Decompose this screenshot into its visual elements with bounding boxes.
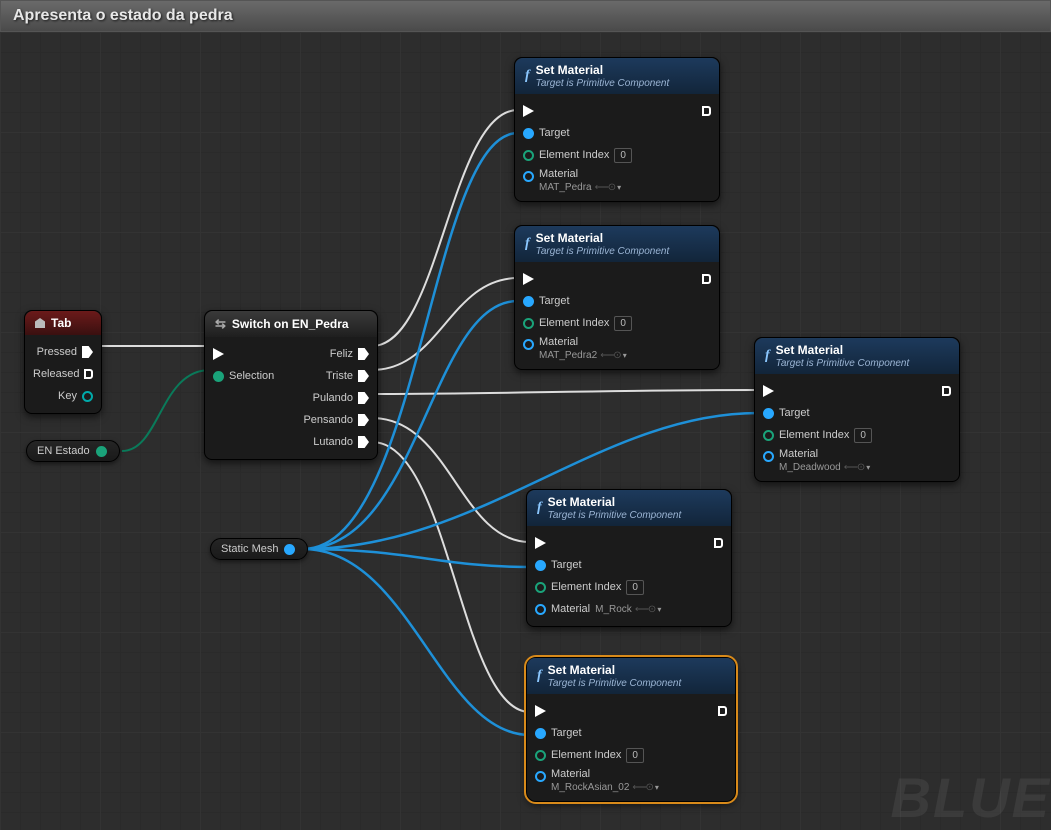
node-header: Tab bbox=[25, 311, 101, 335]
pin-label: Released bbox=[33, 368, 79, 380]
material-value[interactable]: MAT_Pedra bbox=[539, 182, 592, 193]
switch-icon: ⇆ bbox=[215, 316, 226, 332]
data-in-pin[interactable] bbox=[213, 371, 224, 382]
key-icon bbox=[35, 318, 45, 328]
element-index-pin[interactable] bbox=[763, 430, 774, 441]
exec-out-pin[interactable] bbox=[718, 706, 727, 716]
element-index-value[interactable]: 0 bbox=[854, 428, 872, 443]
pin-label: Selection bbox=[229, 370, 274, 382]
element-index-value[interactable]: 0 bbox=[614, 148, 632, 163]
exec-out-pin[interactable] bbox=[358, 436, 369, 448]
watermark: BLUE bbox=[891, 765, 1051, 830]
function-icon: f bbox=[525, 236, 530, 252]
material-pin[interactable] bbox=[763, 451, 774, 462]
switch-node[interactable]: ⇆ Switch on EN_Pedra Feliz Selection Tri… bbox=[204, 310, 378, 460]
exec-in-pin[interactable] bbox=[763, 385, 774, 397]
exec-out-pin[interactable] bbox=[942, 386, 951, 396]
node-subtitle: Target is Primitive Component bbox=[536, 246, 670, 257]
exec-out-pin[interactable] bbox=[358, 348, 369, 360]
event-tab-node[interactable]: Tab Pressed Released Key bbox=[24, 310, 102, 414]
nav-arrows-icon[interactable]: ⟵ ⊙ bbox=[844, 462, 864, 473]
function-icon: f bbox=[525, 68, 530, 84]
target-pin[interactable] bbox=[523, 296, 534, 307]
node-subtitle: Target is Primitive Component bbox=[548, 510, 682, 521]
pin-label: Triste bbox=[326, 370, 353, 382]
element-index-pin[interactable] bbox=[523, 318, 534, 329]
node-title: Tab bbox=[51, 316, 71, 330]
set-material-node-5[interactable]: f Set MaterialTarget is Primitive Compone… bbox=[526, 657, 736, 802]
blueprint-graph[interactable]: Tab Pressed Released Key EN Estado ⇆ Swi… bbox=[0, 32, 1051, 830]
set-material-node-2[interactable]: f Set MaterialTarget is Primitive Compone… bbox=[514, 225, 720, 370]
material-pin[interactable] bbox=[523, 171, 534, 182]
material-value[interactable]: MAT_Pedra2 bbox=[539, 350, 597, 361]
pin-label: Feliz bbox=[330, 348, 353, 360]
set-material-node-4[interactable]: f Set MaterialTarget is Primitive Compone… bbox=[526, 489, 732, 627]
exec-in-pin[interactable] bbox=[523, 273, 534, 285]
exec-in-pin[interactable] bbox=[523, 105, 534, 117]
nav-arrows-icon[interactable]: ⟵ ⊙ bbox=[600, 350, 620, 361]
target-pin[interactable] bbox=[535, 560, 546, 571]
data-out-pin[interactable] bbox=[82, 391, 93, 402]
pin-label: Lutando bbox=[313, 436, 353, 448]
element-index-value[interactable]: 0 bbox=[614, 316, 632, 331]
exec-out-pin[interactable] bbox=[82, 346, 93, 358]
target-pin[interactable] bbox=[523, 128, 534, 139]
material-pin[interactable] bbox=[535, 604, 546, 615]
node-header: ⇆ Switch on EN_Pedra bbox=[205, 311, 377, 337]
exec-in-pin[interactable] bbox=[213, 348, 224, 360]
element-index-pin[interactable] bbox=[535, 582, 546, 593]
comment-title: Apresenta o estado da pedra bbox=[0, 0, 1051, 32]
exec-out-pin[interactable] bbox=[358, 414, 369, 426]
exec-in-pin[interactable] bbox=[535, 705, 546, 717]
exec-in-pin[interactable] bbox=[535, 537, 546, 549]
pin-label: Pressed bbox=[37, 346, 77, 358]
node-subtitle: Target is Primitive Component bbox=[776, 358, 910, 369]
element-index-pin[interactable] bbox=[523, 150, 534, 161]
exec-out-pin[interactable] bbox=[714, 538, 723, 548]
exec-out-pin[interactable] bbox=[358, 370, 369, 382]
variable-label: EN Estado bbox=[37, 445, 90, 457]
variable-static-mesh[interactable]: Static Mesh bbox=[210, 538, 308, 560]
exec-out-pin[interactable] bbox=[702, 106, 711, 116]
nav-arrows-icon[interactable]: ⟵ ⊙ bbox=[632, 782, 652, 793]
material-value[interactable]: M_RockAsian_02 bbox=[551, 782, 629, 793]
exec-out-pin[interactable] bbox=[358, 392, 369, 404]
function-icon: f bbox=[765, 348, 770, 364]
node-title: Set Material bbox=[548, 495, 682, 509]
material-value[interactable]: M_Rock bbox=[595, 604, 632, 615]
element-index-pin[interactable] bbox=[535, 750, 546, 761]
material-pin[interactable] bbox=[535, 771, 546, 782]
set-material-node-1[interactable]: f Set MaterialTarget is Primitive Compone… bbox=[514, 57, 720, 202]
nav-arrows-icon[interactable]: ⟵ ⊙ bbox=[635, 604, 655, 615]
pin-label: Pulando bbox=[313, 392, 353, 404]
element-index-value[interactable]: 0 bbox=[626, 748, 644, 763]
node-subtitle: Target is Primitive Component bbox=[536, 78, 670, 89]
node-title: Set Material bbox=[536, 63, 670, 77]
target-pin[interactable] bbox=[763, 408, 774, 419]
node-title: Set Material bbox=[536, 231, 670, 245]
pin-label: Key bbox=[58, 390, 77, 402]
data-out-pin[interactable] bbox=[284, 544, 295, 555]
element-index-value[interactable]: 0 bbox=[626, 580, 644, 595]
variable-label: Static Mesh bbox=[221, 543, 278, 555]
nav-arrows-icon[interactable]: ⟵ ⊙ bbox=[595, 182, 615, 193]
data-out-pin[interactable] bbox=[96, 446, 107, 457]
node-title: Set Material bbox=[776, 343, 910, 357]
exec-out-pin[interactable] bbox=[702, 274, 711, 284]
exec-out-pin[interactable] bbox=[84, 369, 93, 379]
set-material-node-3[interactable]: f Set MaterialTarget is Primitive Compone… bbox=[754, 337, 960, 482]
function-icon: f bbox=[537, 668, 542, 684]
function-icon: f bbox=[537, 500, 542, 516]
material-value[interactable]: M_Deadwood bbox=[779, 462, 841, 473]
pin-label: Pensando bbox=[303, 414, 353, 426]
target-pin[interactable] bbox=[535, 728, 546, 739]
node-subtitle: Target is Primitive Component bbox=[548, 678, 682, 689]
node-title: Set Material bbox=[548, 663, 682, 677]
node-title: Switch on EN_Pedra bbox=[232, 317, 349, 331]
variable-en-estado[interactable]: EN Estado bbox=[26, 440, 120, 462]
material-pin[interactable] bbox=[523, 339, 534, 350]
